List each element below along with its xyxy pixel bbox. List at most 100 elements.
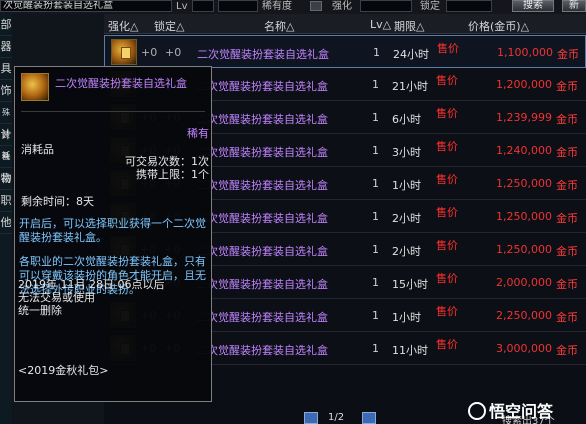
category-tab[interactable]: 器 (0, 36, 12, 58)
tooltip-expiry-delete: 统一删除 (18, 304, 62, 317)
item-expiry: 2小时 (392, 212, 421, 225)
category-tab[interactable]: 他 (0, 212, 12, 234)
sell-label: 售价 (436, 338, 458, 351)
sort-lv[interactable]: Lv△ (370, 18, 391, 31)
currency-label: 金币 (556, 344, 578, 357)
tooltip-expiry-date: 2019年 11月 28日 06点以后 (18, 278, 165, 291)
watermark: 悟空问答 (468, 398, 553, 422)
item-lv: 1 (372, 243, 379, 256)
item-expiry: 24小时 (393, 48, 429, 61)
category-tab[interactable]: 耗品 (0, 146, 12, 184)
item-price: 1,240,000 (496, 144, 552, 157)
category-tab[interactable]: 殊装备 (0, 102, 12, 161)
item-price: 1,239,999 (496, 111, 552, 124)
item-lv: 1 (372, 276, 379, 289)
sort-name[interactable]: 名称△ (264, 18, 294, 34)
sort-lock[interactable]: 锁定△ (154, 18, 184, 34)
item-price: 1,100,000 (497, 46, 553, 59)
lock-field[interactable] (446, 0, 492, 12)
enhance-value: +0 (141, 46, 158, 59)
item-lv: 1 (372, 342, 379, 355)
sort-expiry[interactable]: 期限△ (394, 18, 424, 34)
currency-label: 金币 (557, 48, 579, 61)
sell-label: 售价 (436, 272, 458, 285)
gift-box-icon (111, 39, 137, 65)
category-tab[interactable]: 物 (0, 168, 12, 190)
item-expiry: 1小时 (392, 179, 421, 192)
new-button[interactable]: 新 (562, 0, 586, 12)
item-name: 二次觉醒装扮套装自选礼盒 (196, 278, 328, 291)
currency-label: 金币 (556, 278, 578, 291)
search-button[interactable]: 搜索 (512, 0, 554, 12)
sort-enhance[interactable]: 强化△ (108, 18, 138, 34)
item-lv: 1 (372, 177, 379, 190)
item-expiry: 11小时 (392, 344, 428, 357)
sort-price[interactable]: 价格(金币)△ (468, 18, 529, 34)
item-lv: 1 (372, 144, 379, 157)
tooltip-set: <2019金秋礼包> (18, 364, 109, 377)
item-price: 3,000,000 (496, 342, 552, 355)
sell-label: 售价 (437, 42, 459, 55)
category-tab[interactable]: 具 (0, 58, 12, 80)
tooltip-title: 二次觉醒装扮套装自选礼盒 (55, 77, 187, 90)
category-tab[interactable]: 职 (0, 190, 12, 212)
currency-label: 金币 (556, 245, 578, 258)
item-name: 二次觉醒装扮套装自选礼盒 (196, 146, 328, 159)
tooltip-expiry-block: 2019年 11月 28日 06点以后 无法交易或使用 统一删除 (18, 278, 208, 317)
rarity-dropdown[interactable] (310, 1, 322, 11)
item-price: 1,250,000 (496, 177, 552, 190)
item-price: 2,000,000 (496, 276, 552, 289)
gift-box-icon (21, 73, 49, 101)
item-lv: 1 (372, 210, 379, 223)
enhance-label: 强化 (332, 1, 352, 12)
sell-label: 售价 (436, 305, 458, 318)
item-name: 二次觉醒装扮套装自选礼盒 (196, 113, 328, 126)
item-expiry: 3小时 (392, 146, 421, 159)
lv-min-field[interactable] (192, 0, 214, 12)
watermark-text: 悟空问答 (489, 402, 554, 421)
prev-page-button[interactable] (304, 412, 318, 424)
sell-label: 售价 (436, 239, 458, 252)
item-expiry: 15小时 (392, 278, 428, 291)
filter-bar: 次觉醒装扮套装自选礼盒 Lv 稀有度 强化 锁定 搜索 新 (0, 0, 586, 14)
item-price: 2,250,000 (496, 309, 552, 322)
category-tab[interactable]: 饰 (0, 80, 12, 102)
item-name: 二次觉醒装扮套装自选礼盒 (196, 245, 328, 258)
item-price: 1,250,000 (496, 243, 552, 256)
item-lv: 1 (372, 78, 379, 91)
search-input[interactable]: 次觉醒装扮套装自选礼盒 (0, 0, 172, 12)
item-name: 二次觉醒装扮套装自选礼盒 (196, 344, 328, 357)
enhance-field[interactable] (360, 0, 412, 12)
wukong-logo-icon (468, 402, 486, 420)
table-row[interactable]: +0 +0 二次觉醒装扮套装自选礼盒 1 24小时 售价 1,100,000 金… (104, 35, 586, 68)
category-tab[interactable]: 部 (0, 14, 12, 36)
sell-label: 售价 (436, 206, 458, 219)
item-expiry: 1小时 (392, 311, 421, 324)
currency-label: 金币 (556, 212, 578, 225)
page-indicator: 1/2 (328, 412, 345, 423)
sell-label: 售价 (436, 173, 458, 186)
tooltip-type: 消耗品 (21, 143, 54, 156)
item-expiry: 6小时 (392, 113, 421, 126)
category-strip: 部 器 具 饰 殊装备 计 耗品 物 职 他 (0, 14, 12, 424)
tooltip-carry-limit: 携带上限：1个 (136, 168, 209, 181)
currency-label: 金币 (556, 179, 578, 192)
item-lv: 1 (372, 309, 379, 322)
next-page-button[interactable] (362, 412, 376, 424)
sell-label: 售价 (436, 140, 458, 153)
tooltip-rarity: 稀有 (187, 127, 209, 140)
item-name: 二次觉醒装扮套装自选礼盒 (197, 48, 329, 61)
divider (21, 111, 205, 112)
item-tooltip: 二次觉醒装扮套装自选礼盒 稀有 消耗品 可交易次数：1次 携带上限：1个 剩余时… (14, 66, 212, 402)
tooltip-expiry-note: 无法交易或使用 (18, 291, 95, 304)
item-price: 1,200,000 (496, 78, 552, 91)
item-lv: 1 (372, 111, 379, 124)
item-name: 二次觉醒装扮套装自选礼盒 (196, 80, 328, 93)
item-expiry: 2小时 (392, 245, 421, 258)
lv-max-field[interactable] (218, 0, 258, 12)
pager: 1/2 (296, 412, 380, 424)
lv-label: Lv (176, 1, 188, 12)
category-tab[interactable]: 计 (0, 124, 12, 146)
sell-label: 售价 (436, 74, 458, 87)
currency-label: 金币 (556, 311, 578, 324)
